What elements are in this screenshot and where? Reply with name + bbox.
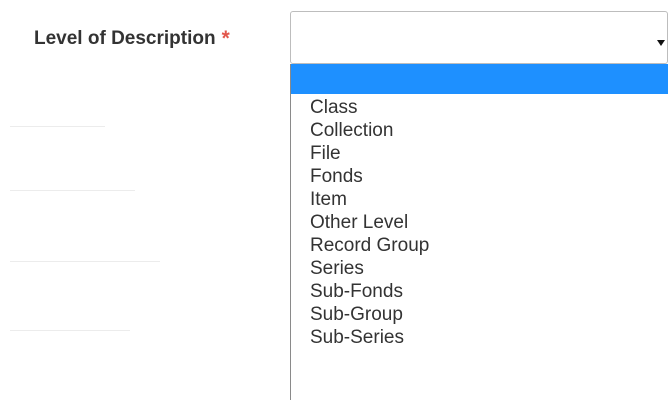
caret-down-icon[interactable] <box>657 40 665 46</box>
option-file[interactable]: File <box>310 142 429 165</box>
background-divider <box>10 330 130 331</box>
dropdown-options-list[interactable]: Class Collection File Fonds Item Other L… <box>290 64 668 400</box>
level-of-description-select[interactable] <box>290 11 668 64</box>
required-asterisk: * <box>221 27 230 50</box>
options-list: Class Collection File Fonds Item Other L… <box>310 96 429 349</box>
field-label-text: Level of Description <box>34 28 216 49</box>
option-sub-fonds[interactable]: Sub-Fonds <box>310 280 429 303</box>
form-screen: Level of Description * Class Collection F… <box>0 0 668 400</box>
option-record-group[interactable]: Record Group <box>310 234 429 257</box>
option-empty-highlighted[interactable] <box>291 64 668 94</box>
option-collection[interactable]: Collection <box>310 119 429 142</box>
option-fonds[interactable]: Fonds <box>310 165 429 188</box>
background-divider <box>10 261 160 262</box>
option-sub-group[interactable]: Sub-Group <box>310 303 429 326</box>
option-series[interactable]: Series <box>310 257 429 280</box>
option-item[interactable]: Item <box>310 188 429 211</box>
background-divider <box>10 126 105 127</box>
option-other-level[interactable]: Other Level <box>310 211 429 234</box>
option-class[interactable]: Class <box>310 96 429 119</box>
background-divider <box>10 190 135 191</box>
field-label: Level of Description * <box>34 26 230 50</box>
option-sub-series[interactable]: Sub-Series <box>310 326 429 349</box>
